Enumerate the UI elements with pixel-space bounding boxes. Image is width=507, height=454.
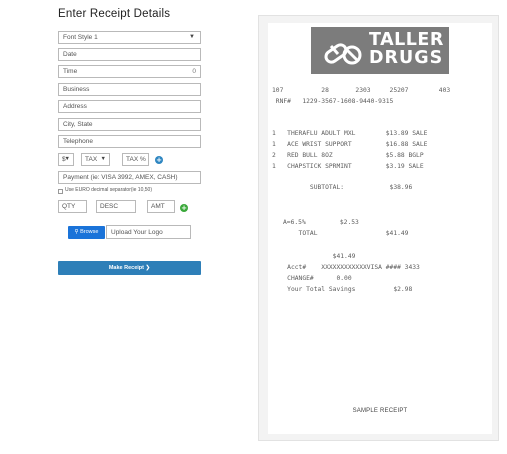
qty-field[interactable]: QTY — [58, 200, 87, 213]
receipt-amount: $41.49 — [272, 253, 356, 260]
pill-icon — [324, 43, 362, 65]
font-style-select[interactable]: Font Style 1 ▼ — [58, 31, 201, 44]
tax-percent-placeholder: TAX % — [126, 156, 146, 163]
receipt-change: CHANGE# 0.00 — [272, 275, 352, 282]
receipt-total: TOTAL $41.49 — [272, 230, 409, 237]
time-field[interactable]: Time 0 — [58, 65, 201, 78]
receipt-paper — [268, 23, 492, 434]
chevron-down-icon: ▼ — [100, 156, 106, 162]
euro-separator-checkbox[interactable] — [58, 189, 63, 194]
amt-field[interactable]: AMT — [147, 200, 175, 213]
search-icon: ⚲ — [74, 229, 79, 235]
qty-placeholder: QTY — [62, 203, 76, 210]
telephone-placeholder: Telephone — [63, 138, 93, 145]
chevron-down-icon: ▼ — [64, 156, 70, 162]
address-placeholder: Address — [63, 103, 87, 110]
browse-button[interactable]: ⚲ Browse — [68, 226, 105, 239]
receipt-item: 1 ACE WRIST SUPPORT $16.88 SALE — [272, 141, 428, 148]
business-field[interactable]: Business — [58, 83, 201, 96]
receipt-header-1: 107 28 2303 25207 403 — [272, 87, 451, 94]
receipt-subtotal: SUBTOTAL: $38.96 — [272, 184, 413, 191]
receipt-savings: Your Total Savings $2.98 — [272, 286, 413, 293]
receipt-acct: Acct# XXXXXXXXXXXXVISA #### 3433 — [272, 264, 420, 271]
add-tax-plus-icon[interactable]: + — [155, 156, 163, 164]
payment-placeholder: Payment (ie: VISA 3992, AMEX, CASH) — [63, 174, 178, 181]
make-receipt-label: Make Receipt — [108, 265, 144, 271]
tax-select-value: TAX — [85, 156, 98, 163]
upload-logo-field[interactable]: Upload Your Logo — [106, 225, 191, 239]
upload-placeholder: Upload Your Logo — [111, 229, 163, 236]
arrow-right-icon: ❯ — [145, 265, 151, 271]
time-suffix: 0 — [192, 68, 196, 75]
tax-percent-field[interactable]: TAX % — [122, 153, 149, 166]
receipt-item: 2 RED BULL 8OZ $5.88 BGLP — [272, 152, 424, 159]
address-field[interactable]: Address — [58, 100, 201, 113]
tax-select[interactable]: TAX ▼ — [81, 153, 110, 166]
receipt-item: 1 CHAPSTICK SPRMINT $3.19 SALE — [272, 163, 424, 170]
add-item-plus-icon[interactable]: + — [180, 204, 188, 212]
euro-separator-label: Use EURO decimal separator(ie 10,50) — [65, 187, 152, 193]
make-receipt-button[interactable]: Make Receipt ❯ — [58, 261, 201, 275]
payment-field[interactable]: Payment (ie: VISA 3992, AMEX, CASH) — [58, 171, 201, 184]
store-logo-text: TALLER DRUGS — [369, 31, 444, 67]
logo-line-2: DRUGS — [369, 48, 444, 68]
form-title: Enter Receipt Details — [58, 8, 171, 20]
currency-select[interactable]: $ ▼ — [58, 153, 74, 166]
city-state-field[interactable]: City, State — [58, 118, 201, 131]
font-style-value: Font Style 1 — [63, 34, 98, 41]
business-placeholder: Business — [63, 86, 90, 93]
desc-placeholder: DESC — [100, 203, 119, 210]
amt-placeholder: AMT — [151, 203, 165, 210]
city-state-placeholder: City, State — [63, 121, 93, 128]
receipt-tax: A=6.5% $2.53 — [283, 219, 359, 226]
receipt-footer: SAMPLE RECEIPT — [352, 408, 408, 414]
date-placeholder: Date — [63, 51, 77, 58]
date-field[interactable]: Date — [58, 48, 201, 61]
desc-field[interactable]: DESC — [96, 200, 136, 213]
logo-line-1: TALLER — [369, 30, 444, 50]
telephone-field[interactable]: Telephone — [58, 135, 201, 148]
receipt-item: 1 THERAFLU ADULT MXL $13.89 SALE — [272, 130, 428, 137]
chevron-down-icon: ▼ — [189, 34, 195, 40]
receipt-header-2: RNF# 1229-3567-1608-9440-9315 — [272, 98, 394, 105]
time-placeholder: Time — [63, 68, 78, 75]
browse-label: Browse — [80, 229, 99, 235]
